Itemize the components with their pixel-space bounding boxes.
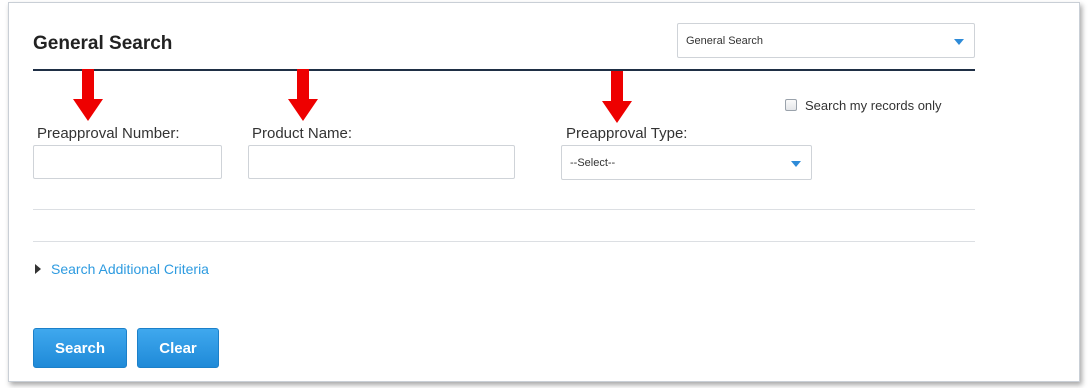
preapproval-type-label: Preapproval Type:	[566, 125, 688, 142]
preapproval-type-selected-value: --Select--	[570, 157, 616, 169]
search-additional-criteria-toggle[interactable]: Search Additional Criteria	[35, 261, 209, 277]
chevron-down-icon	[954, 39, 964, 45]
product-name-label: Product Name:	[252, 125, 353, 142]
preapproval-number-label: Preapproval Number:	[37, 125, 180, 142]
search-my-records-label: Search my records only	[805, 97, 942, 113]
clear-button[interactable]: Clear	[137, 328, 219, 368]
search-my-records-option[interactable]: Search my records only	[785, 96, 942, 114]
search-type-select[interactable]: General Search	[677, 23, 975, 58]
search-panel: General Search General Search Search my …	[8, 2, 1080, 382]
divider	[33, 209, 975, 210]
search-my-records-checkbox[interactable]	[785, 99, 797, 111]
preapproval-type-select[interactable]: --Select--	[561, 145, 812, 180]
title-divider	[33, 69, 975, 71]
product-name-input[interactable]	[248, 145, 515, 179]
annotation-arrow-icon	[73, 69, 103, 121]
annotation-arrow-icon	[602, 71, 632, 123]
divider	[33, 241, 975, 242]
search-type-selected-value: General Search	[686, 35, 764, 47]
search-button[interactable]: Search	[33, 328, 127, 368]
chevron-down-icon	[791, 161, 801, 167]
search-additional-criteria-link[interactable]: Search Additional Criteria	[51, 261, 209, 277]
preapproval-number-input[interactable]	[33, 145, 222, 179]
annotation-arrow-icon	[288, 69, 318, 121]
caret-right-icon	[35, 264, 41, 274]
page-title: General Search	[33, 33, 173, 54]
